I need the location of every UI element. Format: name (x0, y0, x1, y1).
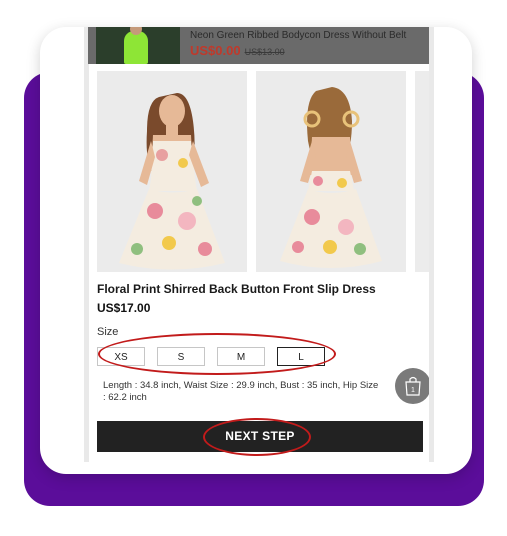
product-price: US$17.00 (97, 301, 151, 315)
previous-product-old-price: US$13.00 (244, 47, 285, 57)
next-step-button[interactable]: NEXT STEP (97, 421, 423, 452)
size-option-m[interactable]: M (217, 347, 265, 366)
size-option-s[interactable]: S (157, 347, 205, 366)
previous-product-thumbnail (96, 27, 180, 64)
product-popup: Neon Green Ribbed Bodycon Dress Without … (84, 27, 434, 462)
product-image-front[interactable] (97, 71, 247, 272)
cart-button[interactable]: 1 (395, 368, 431, 404)
size-option-l[interactable]: L (277, 347, 325, 366)
product-image-back[interactable] (256, 71, 406, 272)
previous-product-info: Neon Green Ribbed Bodycon Dress Without … (180, 27, 406, 64)
previous-product-price-row: US$0.00 US$13.00 (190, 42, 406, 61)
previous-product-price: US$0.00 (190, 43, 241, 58)
product-image-gallery[interactable] (97, 71, 434, 273)
size-option-xs[interactable]: XS (97, 347, 145, 366)
product-image-next[interactable] (415, 71, 434, 272)
product-title: Floral Print Shirred Back Button Front S… (97, 282, 376, 296)
size-measurements: Length : 34.8 inch, Waist Size : 29.9 in… (103, 380, 379, 403)
shopping-bag-icon: 1 (405, 376, 421, 396)
cart-count: 1 (411, 387, 415, 394)
previous-product-strip[interactable]: Neon Green Ribbed Bodycon Dress Without … (88, 27, 432, 64)
size-label: Size (97, 326, 119, 338)
previous-product-title: Neon Green Ribbed Bodycon Dress Without … (190, 30, 407, 41)
